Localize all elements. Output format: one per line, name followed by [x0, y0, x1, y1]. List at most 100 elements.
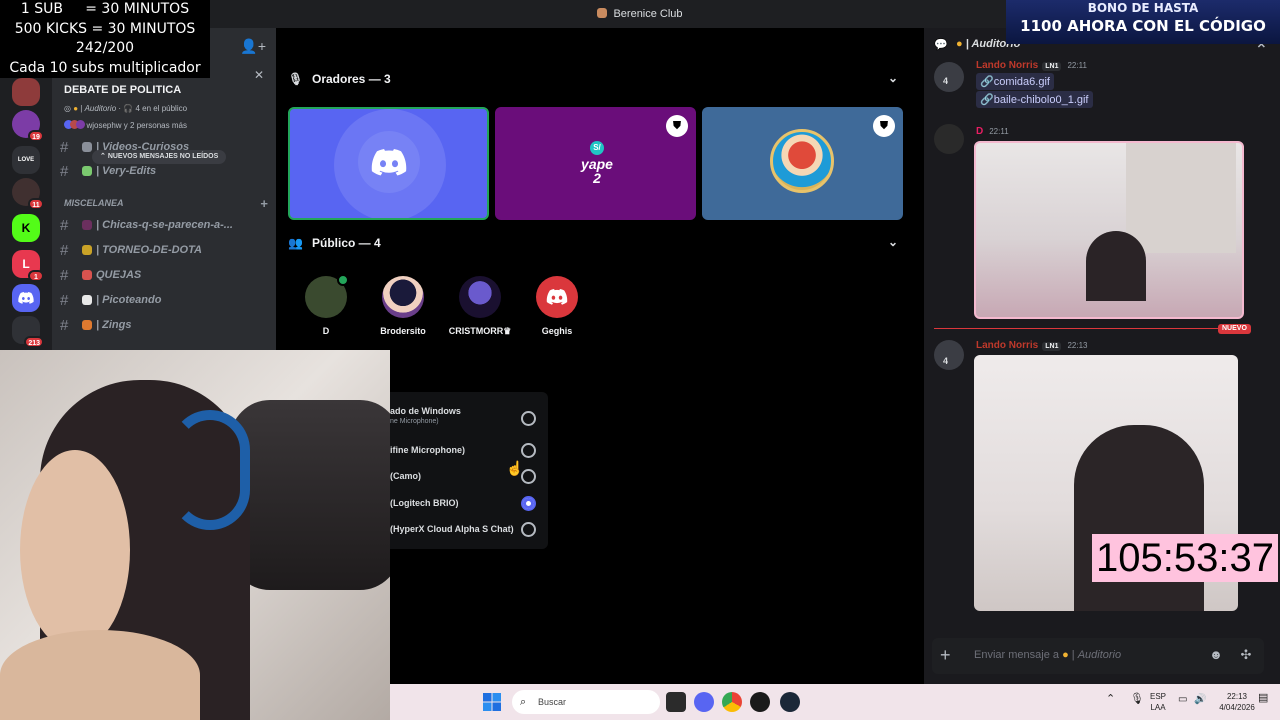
audience-title: Público — 4 — [312, 236, 381, 250]
discord-app-icon[interactable] — [694, 692, 714, 712]
chevron-down-icon[interactable]: ⌄ — [888, 71, 898, 85]
taskbar-search[interactable]: ⌕ Buscar — [512, 690, 660, 714]
audience-member[interactable]: CRISTMORR♛ — [442, 276, 518, 337]
language-indicator[interactable]: ESP LAA — [1150, 691, 1166, 713]
channel-name: Chicas-q-se-parecen-a-... — [102, 219, 233, 231]
shelf-image — [1126, 143, 1236, 253]
channel-item[interactable]: # | Picoteando — [60, 289, 270, 311]
new-messages-label: NUEVOS MENSAJES NO LEÍDOS — [107, 153, 219, 160]
volume-icon[interactable]: 🔊 — [1194, 694, 1206, 705]
network-icon[interactable]: ▭ — [1178, 694, 1187, 705]
channel-item[interactable]: # | TORNEO-DE-DOTA — [60, 239, 270, 261]
system-clock[interactable]: 22:13 4/04/2026 — [1212, 691, 1262, 713]
emoji-icon[interactable]: ☻ — [1208, 647, 1224, 663]
channel-name: QUEJAS — [96, 269, 142, 281]
overlay-line: 500 KICKS = 30 MINUTOS — [14, 20, 196, 37]
message-composer[interactable]: + Enviar mensaje a ● | Auditorio ☻ ✣ — [932, 638, 1264, 674]
server-icon-6[interactable]: L1 — [12, 250, 44, 282]
chair-image — [230, 400, 390, 590]
user-level: 4 — [943, 356, 949, 366]
device-option[interactable]: (HyperX Cloud Alpha S Chat) — [390, 522, 548, 546]
apps-icon[interactable]: ✣ — [1238, 647, 1254, 663]
audience-member[interactable]: D — [288, 274, 364, 336]
channel-item[interactable]: # | Very-Edits — [60, 160, 270, 182]
radio-button-selected[interactable] — [521, 496, 536, 511]
speaker-tile[interactable]: ⛊ — [702, 107, 903, 220]
person-image — [1074, 425, 1204, 611]
microphone-icon[interactable]: 🎙 — [1130, 694, 1144, 705]
speaker-tile[interactable] — [288, 107, 489, 220]
people-icon: 👥 — [288, 236, 303, 250]
avatar[interactable] — [934, 340, 964, 370]
clock-time: 22:13 — [1226, 692, 1248, 701]
subathon-rules-overlay: 1 SUB = 30 MINUTOS 500 KICKS = 30 MINUTO… — [0, 0, 210, 78]
message-time: 22:11 — [1067, 61, 1087, 70]
device-label: (Logitech BRIO) — [390, 498, 459, 508]
message-image[interactable] — [974, 141, 1244, 319]
channel-item[interactable]: # | Chicas-q-se-parecen-a-... — [60, 214, 270, 236]
promo-banner: BONO DE HASTA 1100 AHORA CON EL CÓDIGO — [1006, 0, 1280, 44]
message-author[interactable]: Lando Norris LN1 22:11 — [976, 60, 1087, 71]
obs-app-icon[interactable] — [750, 692, 770, 712]
event-users-text: wjosephw y 2 personas más — [86, 121, 187, 130]
speaker-tile[interactable]: S/yape 2 ⛊ — [495, 107, 696, 220]
server-badge: 11 — [28, 198, 44, 210]
discord-server-icon[interactable] — [12, 284, 40, 312]
message-author[interactable]: D 22:11 — [976, 126, 1009, 137]
webcam-overlay — [0, 350, 390, 720]
avatar[interactable] — [934, 62, 964, 92]
task-view-icon[interactable] — [666, 692, 686, 712]
author-name: D — [976, 126, 984, 137]
audience-member[interactable]: Brodersito — [365, 276, 441, 336]
author-name: Lando Norris — [976, 340, 1039, 351]
server-icon-1[interactable] — [12, 78, 40, 106]
server-icon-8[interactable]: 213 — [12, 316, 44, 348]
hash-icon: # — [60, 162, 69, 180]
message-author[interactable]: Lando Norris LN1 22:13 — [976, 340, 1088, 351]
device-option[interactable]: ifine Microphone) — [390, 443, 548, 467]
subathon-timer: 105:53:37 — [1092, 534, 1278, 582]
user-tag: LN1 — [1042, 342, 1062, 351]
audience-member[interactable]: Geghis — [519, 276, 595, 336]
device-option[interactable]: (Camo) — [390, 469, 548, 493]
device-option[interactable]: (Logitech BRIO) — [390, 496, 548, 520]
channel-item[interactable]: # QUEJAS — [60, 264, 270, 286]
kick-server-icon[interactable]: K — [12, 214, 40, 242]
server-icon-4[interactable]: 11 — [12, 178, 44, 210]
add-attachment-icon[interactable]: + — [940, 645, 951, 666]
close-icon[interactable]: ✕ — [254, 68, 264, 82]
search-placeholder: Buscar — [538, 697, 567, 707]
chevron-down-icon[interactable]: ⌄ — [888, 235, 898, 249]
notification-icon[interactable]: ▤ — [1258, 693, 1268, 704]
shield-icon: ⛊ — [873, 115, 895, 137]
attachment-link[interactable]: 🔗comida6.gif — [976, 73, 1054, 90]
language-code: ESP — [1150, 692, 1167, 701]
chevron-up-icon[interactable]: ⌃ — [1106, 694, 1115, 705]
channel-item[interactable]: # | Zings — [60, 314, 270, 336]
attachment-link[interactable]: 🔗baile-chibolo0_1.gif — [976, 91, 1093, 108]
clock-date: 4/04/2026 — [1219, 703, 1255, 712]
event-channel: Auditorio — [84, 104, 117, 113]
hash-icon: # — [60, 241, 69, 259]
discord-logo-icon — [536, 276, 578, 318]
channel-emoji-icon — [82, 220, 92, 230]
radio-button[interactable] — [521, 443, 536, 458]
add-friend-icon[interactable]: 👤+ — [240, 38, 266, 55]
server-icon-3[interactable]: LOVE — [12, 146, 40, 174]
steam-app-icon[interactable] — [780, 692, 800, 712]
speakers-header[interactable]: 🎙 Oradores — 3 ⌄ — [288, 69, 908, 89]
avatar — [770, 129, 834, 193]
device-option[interactable]: ado de Windows ne Microphone) — [390, 406, 548, 428]
chrome-app-icon[interactable] — [722, 692, 742, 712]
category-header[interactable]: MISCELANEA + — [64, 196, 268, 211]
radio-button[interactable] — [521, 522, 536, 537]
audience-header[interactable]: 👥 Público — 4 ⌄ — [288, 233, 908, 253]
add-channel-icon[interactable]: + — [260, 196, 268, 211]
shield-icon: ⛊ — [666, 115, 688, 137]
audience-name: Geghis — [541, 326, 573, 336]
avatar[interactable] — [934, 124, 964, 154]
radio-button[interactable] — [521, 411, 536, 426]
user-level: 4 — [943, 76, 949, 86]
windows-start-icon[interactable] — [482, 692, 502, 712]
server-icon-2[interactable]: 19 — [12, 110, 44, 142]
